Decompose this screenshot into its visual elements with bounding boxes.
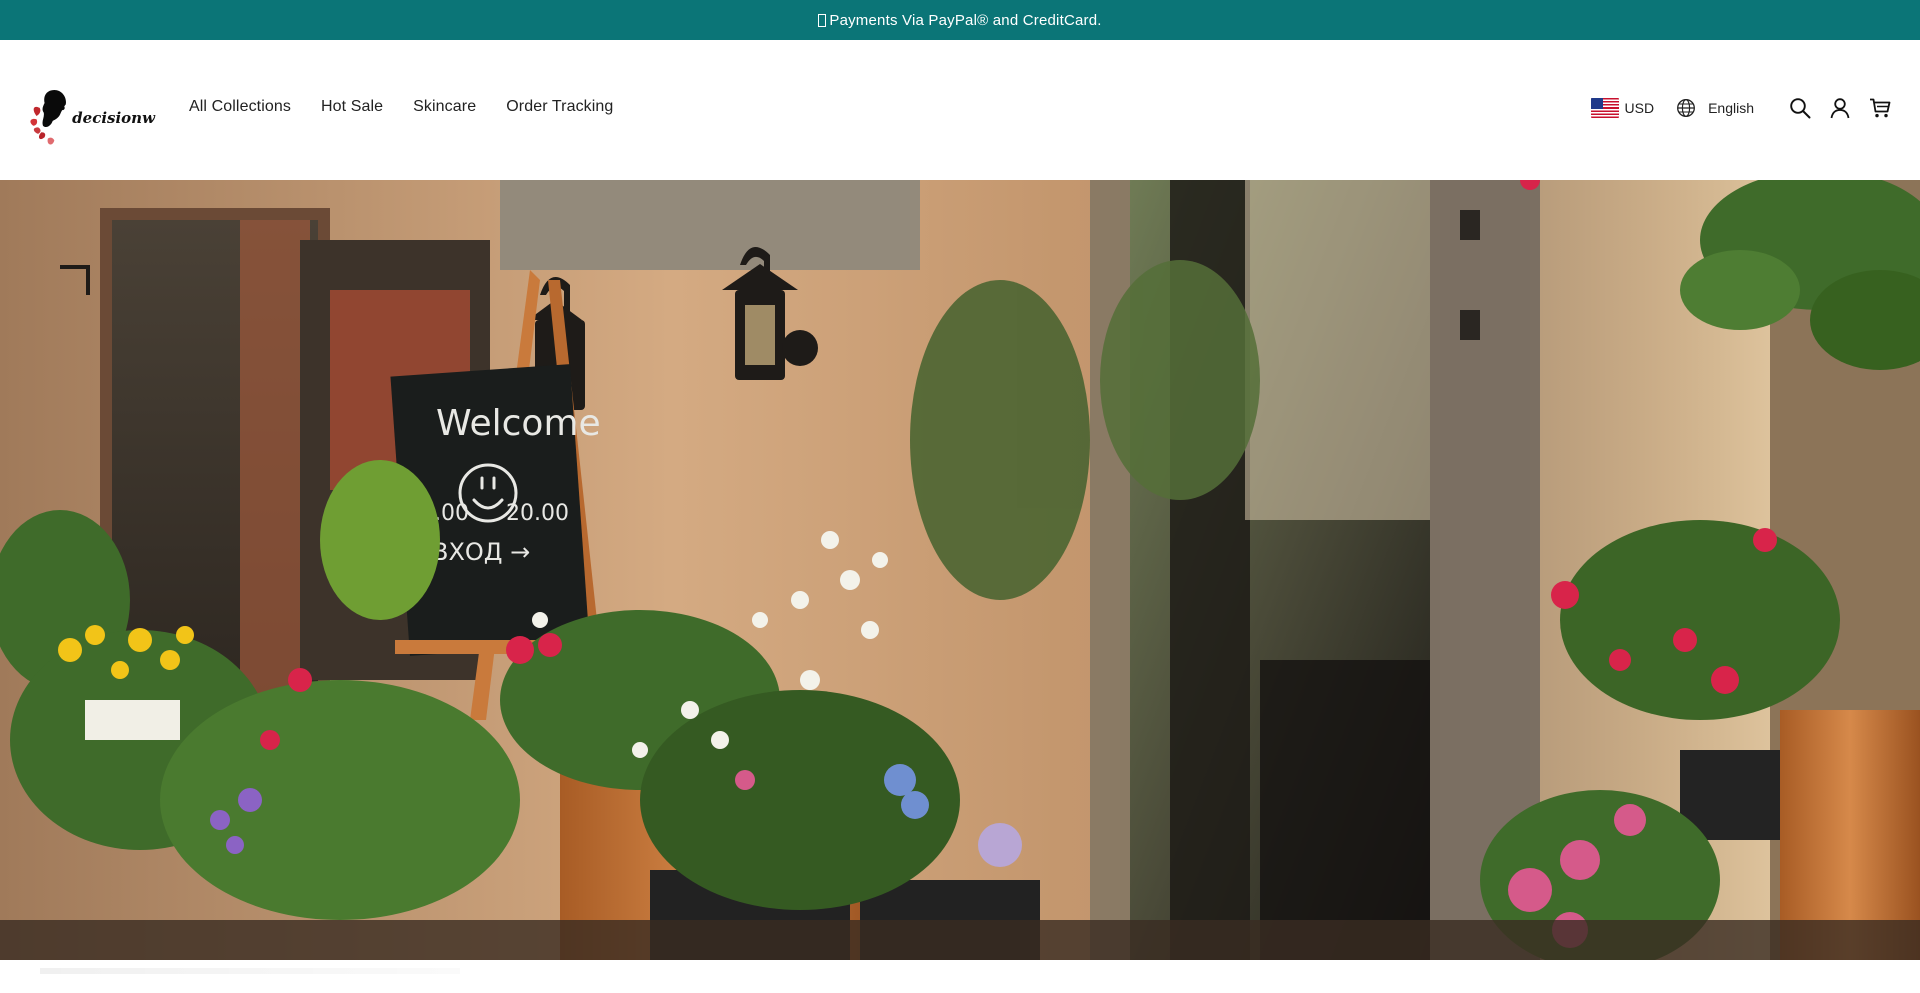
hero-banner[interactable]: Welcome 8.00 20.00 ВХОД → xyxy=(0,180,1920,960)
faint-text-line xyxy=(40,968,460,974)
account-icon xyxy=(1830,98,1850,119)
us-flag-icon xyxy=(1590,98,1619,118)
language-label: English xyxy=(1708,100,1754,116)
cart-button[interactable] xyxy=(1868,96,1892,120)
nav-order-tracking[interactable]: Order Tracking xyxy=(506,98,613,116)
globe-icon xyxy=(1677,99,1696,117)
logo-text: decisionw xyxy=(72,109,155,127)
announcement-bar: Payments Via PayPal® and CreditCard. xyxy=(0,0,1920,40)
hero-storefront-image: Welcome 8.00 20.00 ВХОД → xyxy=(0,180,1920,960)
language-selector[interactable]: English xyxy=(1676,98,1754,118)
site-header: decisionw All Collections Hot Sale Skinc… xyxy=(0,40,1920,180)
announcement-text: Payments Via PayPal® and CreditCard. xyxy=(829,11,1102,29)
chalkboard-welcome-text: Welcome xyxy=(436,403,601,444)
search-icon xyxy=(1790,98,1811,119)
account-button[interactable] xyxy=(1828,96,1852,120)
logo-silhouette-icon xyxy=(30,90,66,145)
nav-all-collections[interactable]: All Collections xyxy=(189,98,291,116)
search-button[interactable] xyxy=(1788,96,1812,120)
logo[interactable]: decisionw xyxy=(30,78,155,154)
below-hero-strip xyxy=(0,960,1920,993)
chalkboard-entry-text: ВХОД → xyxy=(432,538,530,566)
main-nav: All Collections Hot Sale Skincare Order … xyxy=(189,98,613,116)
chalkboard-close-time: 20.00 xyxy=(506,501,569,526)
cart-icon xyxy=(1870,98,1891,118)
nav-hot-sale[interactable]: Hot Sale xyxy=(321,98,383,116)
missing-glyph-icon xyxy=(818,13,827,27)
currency-selector[interactable]: USD xyxy=(1590,98,1655,118)
header-tools: USD English xyxy=(1590,96,1892,120)
currency-label: USD xyxy=(1624,100,1655,116)
nav-skincare[interactable]: Skincare xyxy=(413,98,476,116)
